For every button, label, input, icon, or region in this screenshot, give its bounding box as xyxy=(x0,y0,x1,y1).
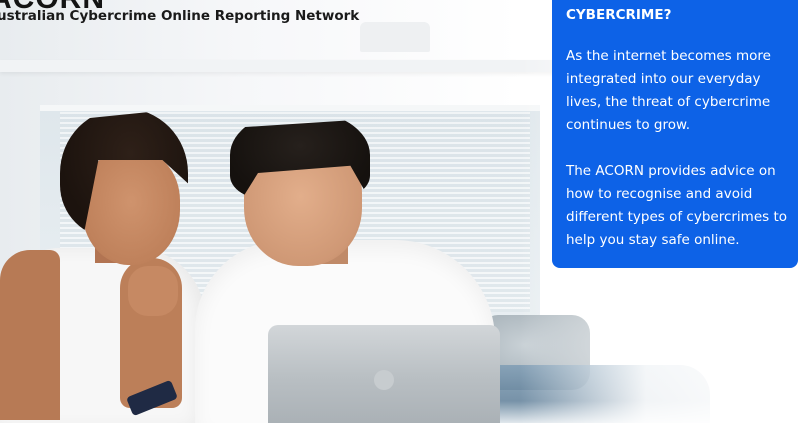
photo-woman-hand xyxy=(128,266,178,316)
photo-vase xyxy=(360,22,430,52)
hero-banner: ACORN ustralian Cybercrime Online Report… xyxy=(0,0,800,423)
info-panel: CYBERCRIME? As the internet becomes more… xyxy=(552,0,798,268)
brand-subtitle: ustralian Cybercrime Online Reporting Ne… xyxy=(0,8,360,24)
info-paragraph-1: As the internet becomes more integrated … xyxy=(566,48,771,133)
laptop-logo xyxy=(374,370,394,390)
info-paragraph-2: The ACORN provides advice on how to reco… xyxy=(566,163,788,248)
photo-woman-shoulder xyxy=(0,250,60,420)
photo-window-sill xyxy=(0,60,560,72)
info-heading: CYBERCRIME? xyxy=(566,7,672,23)
